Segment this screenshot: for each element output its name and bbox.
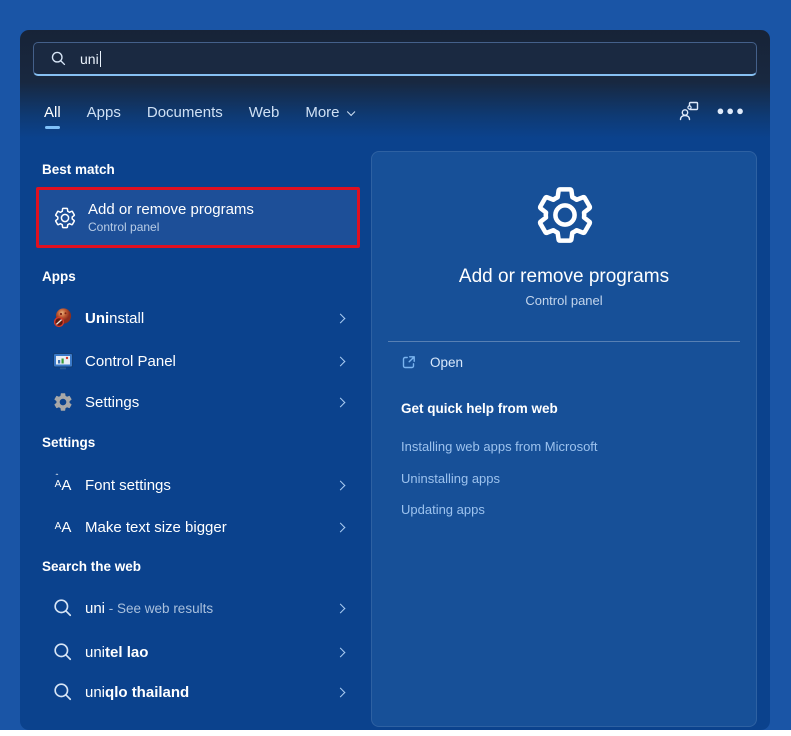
best-match-item[interactable]: Add or remove programs Control panel [36, 187, 360, 248]
preview-title: Add or remove programs [372, 266, 756, 288]
gear-outline-icon [53, 206, 77, 230]
chevron-right-icon[interactable] [336, 397, 346, 407]
result-item-control-panel[interactable]: Control Panel [36, 342, 360, 380]
help-link-updating[interactable]: Updating apps [401, 502, 485, 517]
result-item-settings[interactable]: Settings [36, 383, 360, 421]
preview-card: Add or remove programs Control panel Ope… [371, 151, 757, 727]
best-match-subtitle: Control panel [88, 220, 254, 234]
header-actions: ●●● [678, 100, 746, 122]
tab-web[interactable]: Web [249, 104, 280, 129]
help-link-installing[interactable]: Installing web apps from Microsoft [401, 439, 598, 454]
preview-subtitle: Control panel [372, 293, 756, 308]
best-match-title: Add or remove programs [88, 201, 254, 218]
chevron-right-icon[interactable] [336, 647, 346, 657]
font-settings-icon: AˆA [52, 474, 74, 496]
chevron-right-icon[interactable] [336, 687, 346, 697]
open-label: Open [430, 355, 463, 370]
open-external-icon [400, 354, 417, 371]
help-link-uninstalling[interactable]: Uninstalling apps [401, 471, 500, 486]
search-filter-tabs: All Apps Documents Web More [44, 104, 352, 129]
section-header-apps: Apps [42, 269, 76, 284]
chevron-right-icon[interactable] [336, 522, 346, 532]
text-size-icon: AA [52, 516, 74, 538]
web-result-uni[interactable]: uni - See web results [36, 589, 360, 627]
text-caret [100, 51, 101, 67]
account-options-icon[interactable] [678, 100, 700, 122]
section-header-settings: Settings [42, 435, 95, 450]
chevron-down-icon [346, 108, 354, 116]
search-icon [52, 681, 74, 703]
section-header-search-web: Search the web [42, 559, 141, 574]
web-result-unitel-lao[interactable]: unitel lao [36, 633, 360, 671]
uninstall-icon [52, 307, 74, 329]
chevron-right-icon[interactable] [336, 480, 346, 490]
chevron-right-icon[interactable] [336, 313, 346, 323]
tab-documents[interactable]: Documents [147, 104, 223, 129]
search-icon [52, 597, 74, 619]
result-item-font-settings[interactable]: AˆA Font settings [36, 466, 360, 504]
control-panel-icon [52, 350, 74, 372]
open-action[interactable]: Open [400, 354, 463, 371]
active-tab-underline [45, 126, 60, 130]
section-header-best-match: Best match [42, 162, 115, 177]
divider [388, 341, 740, 342]
search-input[interactable]: uni [33, 42, 757, 76]
chevron-right-icon[interactable] [336, 356, 346, 366]
help-header: Get quick help from web [401, 401, 558, 416]
settings-gear-icon [52, 391, 74, 413]
search-icon [50, 50, 67, 67]
windows-search-flyout: uni All Apps Documents Web More ●●● [0, 0, 791, 736]
tab-all[interactable]: All [44, 104, 61, 129]
search-panel: uni All Apps Documents Web More ●●● [20, 30, 770, 730]
more-options-icon[interactable]: ●●● [716, 106, 746, 116]
result-item-text-size[interactable]: AA Make text size bigger [36, 508, 360, 546]
search-icon [52, 641, 74, 663]
chevron-right-icon[interactable] [336, 603, 346, 613]
tab-more[interactable]: More [305, 104, 351, 129]
result-item-uninstall[interactable]: Uninstall [36, 299, 360, 337]
tab-apps[interactable]: Apps [87, 104, 121, 129]
gear-outline-icon [533, 183, 597, 247]
search-query-text: uni [80, 51, 99, 67]
screen-bottom-strip [0, 730, 791, 736]
web-result-uniqlo-thailand[interactable]: uniqlo thailand [36, 673, 360, 711]
